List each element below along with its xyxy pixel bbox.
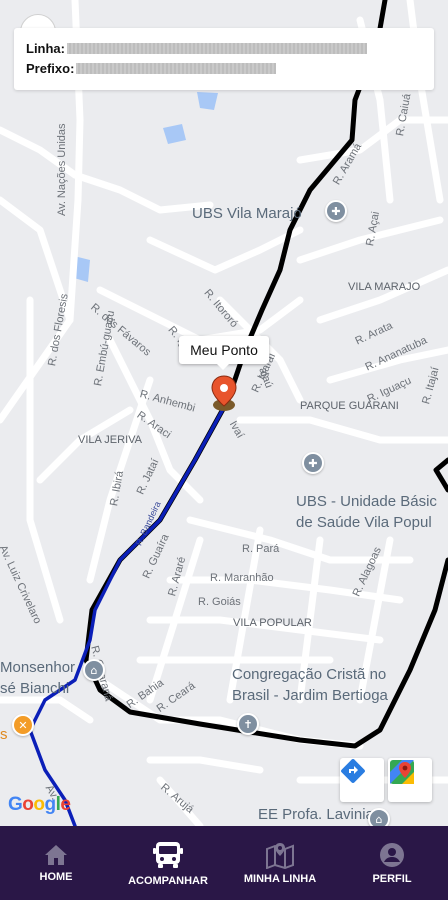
nav-minha-linha-label: MINHA LINHA (243, 873, 317, 885)
poi-label: de Saúde Vila Popul (296, 514, 432, 531)
water-area (197, 92, 218, 110)
open-in-maps-button[interactable] (388, 758, 432, 802)
hospital-icon[interactable]: ✚ (325, 200, 347, 222)
bottom-navigation: HOME ACOMPANHAR MINHA LINHA PERFIL (0, 826, 448, 900)
prefix-row: Prefixo: (26, 58, 422, 78)
poi-label: UBS - Unidade Básic (296, 493, 437, 510)
neighborhood-label: VILA JERIVA (78, 434, 142, 446)
google-maps-icon (390, 760, 414, 784)
directions-icon (341, 759, 365, 783)
street-label: R. Pará (242, 543, 280, 555)
street-label: R. Goiás (198, 596, 241, 608)
directions-button[interactable] (340, 758, 384, 802)
bus-icon (152, 839, 184, 871)
prefix-label: Prefixo: (26, 60, 75, 76)
app-screen: Av. Nações Unidas R. dos Fávaros R. dos … (0, 0, 448, 900)
stop-marker[interactable] (211, 375, 237, 411)
nav-home[interactable]: HOME (0, 826, 112, 900)
stop-label-bubble[interactable]: Meu Ponto (179, 336, 269, 370)
church-icon[interactable]: ✝ (237, 713, 259, 735)
line-info-card: Linha: Prefixo: (14, 28, 434, 90)
home-icon (43, 843, 69, 867)
poi-label: s (0, 726, 8, 743)
neighborhood-label: PARQUE GUARANI (300, 400, 399, 412)
map-view[interactable]: Av. Nações Unidas R. dos Fávaros R. dos … (0, 0, 448, 830)
poi-label: sé Bianchi (0, 680, 70, 697)
street-label: Av. Nações Unidas (56, 123, 68, 216)
water-area (163, 124, 186, 144)
google-attribution: Google (8, 794, 71, 815)
poi-label: Monsenhor (0, 659, 76, 676)
poi-label: Congregação Cristã no (232, 666, 387, 683)
poi-label: EE Profa. Lavinia (258, 806, 374, 823)
hospital-icon[interactable]: ✚ (302, 452, 324, 474)
neighborhood-label: VILA POPULAR (233, 617, 312, 629)
poi-label: Brasil - Jardim Bertioga (232, 687, 388, 704)
nav-acompanhar-label: ACOMPANHAR (128, 875, 208, 887)
nav-perfil[interactable]: PERFIL (336, 826, 448, 900)
profile-icon (378, 841, 406, 869)
nav-acompanhar[interactable]: ACOMPANHAR (112, 826, 224, 900)
nav-home-label: HOME (39, 871, 73, 883)
street-label: R. Maranhão (210, 572, 274, 584)
map-icon (265, 841, 295, 869)
restaurant-icon[interactable]: ✕ (12, 714, 34, 736)
line-value-redacted (67, 42, 367, 54)
nav-perfil-label: PERFIL (372, 873, 412, 885)
poi-label: UBS Vila Marajó (192, 205, 302, 222)
prefix-value-redacted (76, 62, 277, 74)
school-icon[interactable]: ⌂ (83, 659, 105, 681)
neighborhood-label: VILA MARAJO (348, 281, 421, 293)
line-label: Linha: (26, 40, 65, 56)
line-row: Linha: (26, 38, 422, 58)
nav-minha-linha[interactable]: MINHA LINHA (224, 826, 336, 900)
